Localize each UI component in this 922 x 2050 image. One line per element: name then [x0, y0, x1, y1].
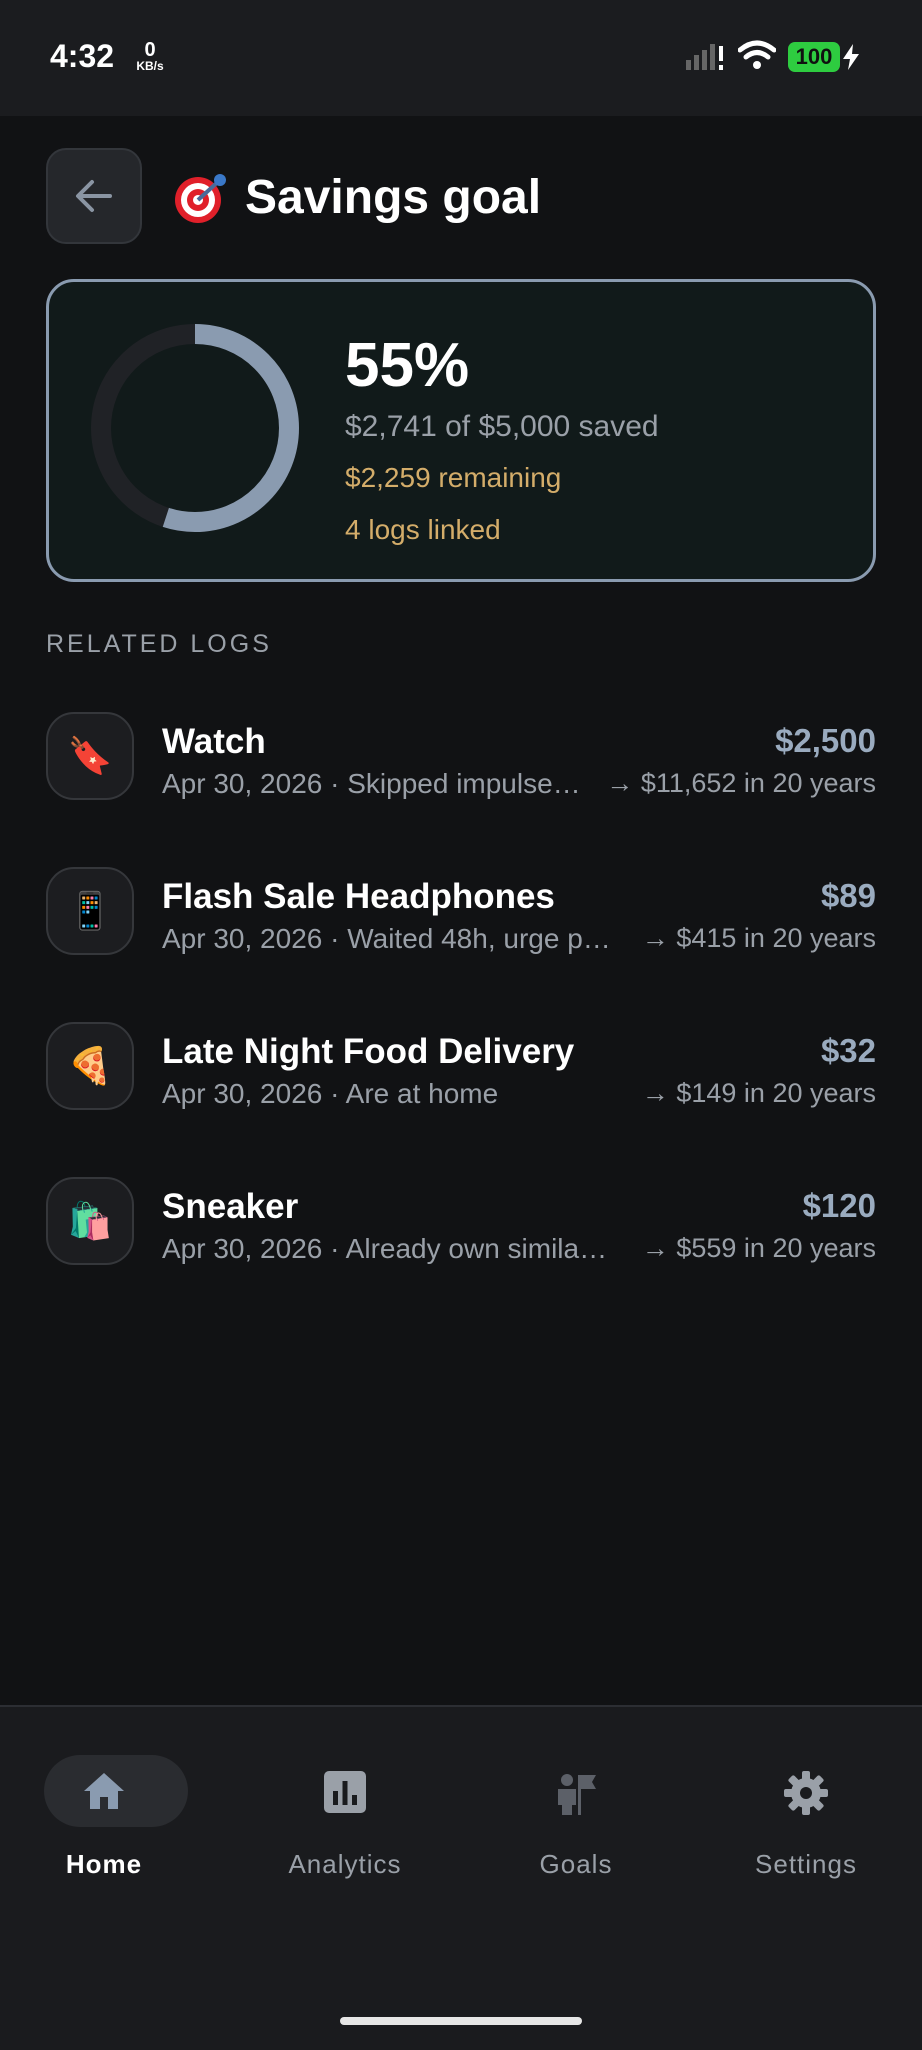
log-title: Flash Sale Headphones — [162, 877, 555, 916]
shopping-bags-icon: 🛍️ — [46, 1177, 134, 1265]
log-amount: $120 — [802, 1187, 876, 1224]
home-indicator[interactable] — [340, 2017, 582, 2025]
battery-icon: 100 — [788, 42, 840, 72]
log-title: Sneaker — [162, 1187, 299, 1226]
log-projection: → $149 in 20 years — [641, 1078, 876, 1108]
gear-icon — [784, 1771, 828, 1815]
goal-saved-text: $2,741 of $5,000 saved — [345, 410, 659, 443]
log-subtitle: Apr 30, 2026 · Are at home — [162, 1078, 499, 1109]
target-icon — [175, 174, 226, 223]
home-icon — [84, 1773, 124, 1809]
nav-label-home: Home — [65, 1849, 143, 1879]
log-subtitle: Apr 30, 2026 · Waited 48h, urge p… — [162, 923, 611, 954]
goal-remaining-text: $2,259 remaining — [345, 462, 562, 493]
log-projection: → $559 in 20 years — [641, 1233, 876, 1263]
nav-goals[interactable]: Goals — [476, 1755, 676, 1895]
network-speed-unit: KB/s — [136, 59, 164, 73]
nav-settings[interactable]: Settings — [706, 1755, 906, 1895]
log-item[interactable]: 🍕 Late Night Food Delivery Apr 30, 2026 … — [46, 1020, 876, 1114]
log-amount: $32 — [820, 1032, 876, 1069]
page-title: Savings goal — [245, 171, 542, 224]
section-label: RELATED LOGS — [46, 630, 272, 658]
arrow-left-icon — [76, 180, 112, 212]
log-subtitle: Apr 30, 2026 · Already own simila… — [162, 1233, 608, 1264]
goal-progress-card: 55% $2,741 of $5,000 saved $2,259 remain… — [46, 279, 876, 582]
goals-icon — [558, 1774, 596, 1815]
goal-logs-linked: 4 logs linked — [345, 514, 501, 545]
signal-icon — [686, 44, 723, 70]
log-title: Late Night Food Delivery — [162, 1032, 575, 1071]
nav-analytics[interactable]: Analytics — [245, 1755, 445, 1895]
back-button[interactable] — [46, 148, 142, 244]
progress-ring — [91, 324, 299, 532]
nav-home[interactable]: Home — [4, 1755, 204, 1895]
tag-icon: 🔖 — [46, 712, 134, 800]
log-item[interactable]: 🔖 Watch Apr 30, 2026 · Skipped impulse… … — [46, 710, 876, 804]
status-bar: 4:32 0 KB/s 100 — [0, 0, 922, 116]
log-projection: → $415 in 20 years — [641, 923, 876, 953]
log-amount: $2,500 — [775, 722, 876, 759]
log-amount: $89 — [820, 877, 876, 914]
nav-label-goals: Goals — [539, 1849, 613, 1879]
charging-icon — [843, 44, 859, 70]
nav-label-settings: Settings — [755, 1849, 857, 1879]
log-title: Watch — [162, 722, 266, 761]
bottom-nav: Home Analytics Goals Settings — [0, 1705, 922, 2050]
pizza-icon: 🍕 — [46, 1022, 134, 1110]
log-subtitle: Apr 30, 2026 · Skipped impulse… — [162, 768, 581, 799]
log-item[interactable]: 📱 Flash Sale Headphones Apr 30, 2026 · W… — [46, 865, 876, 959]
log-projection: → $11,652 in 20 years — [606, 768, 876, 798]
log-item[interactable]: 🛍️ Sneaker Apr 30, 2026 · Already own si… — [46, 1175, 876, 1269]
phone-icon: 📱 — [46, 867, 134, 955]
goal-percent: 55% — [345, 331, 470, 400]
wifi-icon — [738, 40, 776, 69]
status-time: 4:32 — [50, 38, 115, 74]
nav-label-analytics: Analytics — [288, 1849, 402, 1879]
network-speed-value: 0 — [144, 39, 156, 61]
network-speed: 0 KB/s — [130, 40, 170, 72]
analytics-icon — [324, 1771, 366, 1813]
